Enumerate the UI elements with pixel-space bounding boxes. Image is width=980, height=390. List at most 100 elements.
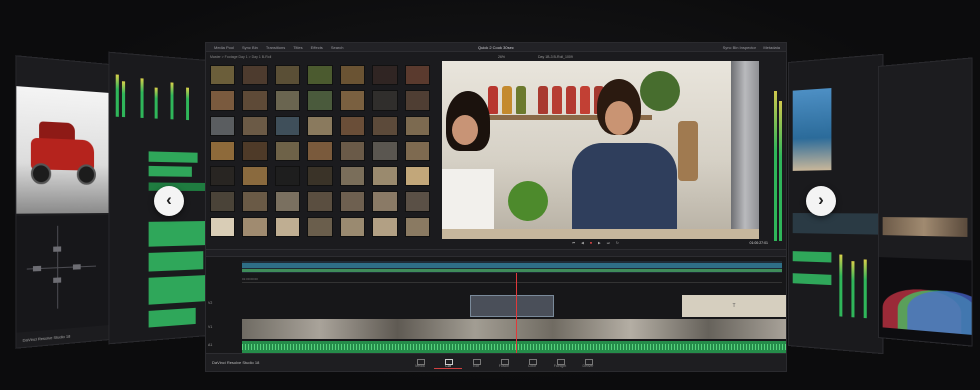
sync-bin-inspector[interactable]: Sync Bin Inspector: [723, 45, 756, 50]
skip-back-icon[interactable]: ⏮: [572, 241, 575, 245]
play-icon[interactable]: ▶: [598, 241, 601, 245]
media-thumbnail[interactable]: [274, 166, 301, 187]
media-thumbnail[interactable]: [339, 65, 366, 86]
media-thumbnail[interactable]: [210, 65, 236, 86]
media-thumbnail[interactable]: [339, 115, 366, 136]
media-thumbnail[interactable]: [404, 65, 430, 86]
media-thumbnail[interactable]: [274, 65, 301, 86]
metadata-tab[interactable]: Metadata: [763, 45, 780, 50]
sync-bin-tab[interactable]: Sync Bin: [242, 45, 258, 50]
media-thumbnail[interactable]: [307, 140, 333, 162]
upper-timeline[interactable]: [242, 261, 782, 273]
audio-clip[interactable]: [148, 165, 192, 177]
source-viewer[interactable]: [442, 61, 759, 239]
media-thumbnail[interactable]: [210, 166, 236, 187]
media-thumbnail[interactable]: [404, 140, 430, 162]
media-thumbnail[interactable]: [307, 166, 333, 187]
media-thumbnail[interactable]: [404, 115, 430, 136]
page-tab-fusion[interactable]: Fusion: [490, 357, 518, 369]
media-thumbnail[interactable]: [307, 115, 333, 136]
stop-icon[interactable]: ■: [590, 241, 592, 245]
effects-tab[interactable]: Effects: [311, 45, 323, 50]
media-thumbnail[interactable]: [372, 140, 398, 162]
media-thumbnail[interactable]: [210, 191, 236, 212]
play-reverse-icon[interactable]: ◀: [581, 241, 584, 245]
node[interactable]: [72, 264, 81, 270]
media-thumbnail[interactable]: [274, 191, 301, 212]
media-thumbnail[interactable]: [404, 191, 430, 212]
audio-clip[interactable]: [148, 307, 196, 328]
playhead[interactable]: [516, 273, 517, 353]
media-thumbnail[interactable]: [242, 65, 268, 86]
resolve-cut-page-window: Media Pool Sync Bin Transitions Titles E…: [205, 42, 787, 372]
media-thumbnail[interactable]: [372, 90, 398, 111]
media-thumbnail[interactable]: [242, 115, 268, 136]
search-field[interactable]: Search: [331, 45, 344, 50]
timeline[interactable]: 01:00:00:00 V2 V1 A1 T: [206, 257, 786, 355]
page-tab-deliver[interactable]: Deliver: [574, 357, 602, 369]
media-thumbnail[interactable]: [210, 90, 236, 111]
media-thumbnail[interactable]: [210, 115, 236, 136]
media-thumbnail[interactable]: [307, 65, 333, 86]
media-thumbnail[interactable]: [274, 90, 301, 111]
page-tab-cut[interactable]: Cut: [434, 357, 462, 369]
media-thumbnail[interactable]: [242, 166, 268, 187]
media-thumbnail[interactable]: [242, 191, 268, 212]
video-clip-v2[interactable]: [470, 295, 554, 317]
transitions-tab[interactable]: Transitions: [266, 45, 285, 50]
titles-tab[interactable]: Titles: [293, 45, 302, 50]
media-thumbnail[interactable]: [404, 216, 430, 237]
audio-clip[interactable]: [148, 274, 208, 305]
node[interactable]: [53, 277, 62, 283]
page-tab-color[interactable]: Color: [518, 357, 546, 369]
media-thumbnail[interactable]: [274, 216, 301, 237]
media-thumbnail[interactable]: [372, 191, 398, 212]
media-thumbnail[interactable]: [242, 216, 268, 237]
media-thumbnail[interactable]: [274, 115, 301, 136]
audio-clip[interactable]: [792, 273, 832, 286]
media-thumbnail[interactable]: [339, 166, 366, 187]
page-tab-media[interactable]: Media: [406, 357, 434, 369]
track-a1-header[interactable]: A1: [208, 343, 238, 347]
timeline-ruler[interactable]: 01:00:00:00: [242, 277, 782, 283]
skip-forward-icon[interactable]: ⏭: [607, 241, 610, 245]
media-thumbnail[interactable]: [242, 140, 268, 162]
title-clip[interactable]: T: [682, 295, 786, 317]
media-thumbnail[interactable]: [307, 216, 333, 237]
page-tab-fairlight[interactable]: Fairlight: [546, 357, 574, 369]
loop-icon[interactable]: ↻: [616, 241, 619, 245]
viewer-zoom[interactable]: 26%: [498, 55, 505, 59]
media-thumbnail[interactable]: [339, 140, 366, 162]
audio-clip[interactable]: [792, 251, 832, 263]
media-thumbnail[interactable]: [307, 191, 333, 212]
track-v2-header[interactable]: V2: [208, 301, 238, 305]
carousel-next-button[interactable]: ›: [806, 186, 836, 216]
carousel-prev-button[interactable]: ‹: [154, 186, 184, 216]
media-pool-tab[interactable]: Media Pool: [214, 45, 234, 50]
media-thumbnail[interactable]: [242, 90, 268, 111]
audio-clip[interactable]: [148, 251, 204, 272]
bottle: [502, 86, 512, 114]
media-thumbnail[interactable]: [372, 166, 398, 187]
media-thumbnail[interactable]: [372, 115, 398, 136]
media-thumbnail[interactable]: [307, 90, 333, 111]
node[interactable]: [53, 246, 62, 252]
audio-clip[interactable]: [148, 221, 208, 247]
media-thumbnail[interactable]: [404, 90, 430, 111]
media-thumbnail[interactable]: [339, 216, 366, 237]
media-thumbnail[interactable]: [210, 216, 236, 237]
media-thumbnail[interactable]: [372, 65, 398, 86]
media-thumbnail[interactable]: [339, 90, 366, 111]
media-thumbnail[interactable]: [339, 191, 366, 212]
transport-controls: ⏮ ◀ ■ ▶ ⏭ ↻ 01:00:27:01: [442, 241, 788, 249]
audio-track-a1[interactable]: [242, 341, 786, 353]
media-thumbnail[interactable]: [372, 216, 398, 237]
video-track-v1[interactable]: [242, 319, 786, 339]
audio-clip[interactable]: [148, 151, 198, 163]
node[interactable]: [32, 265, 42, 272]
media-thumbnail[interactable]: [274, 140, 301, 162]
media-thumbnail[interactable]: [404, 166, 430, 187]
page-tab-edit[interactable]: Edit: [462, 357, 490, 369]
media-thumbnail[interactable]: [210, 140, 236, 162]
track-v1-header[interactable]: V1: [208, 325, 238, 329]
